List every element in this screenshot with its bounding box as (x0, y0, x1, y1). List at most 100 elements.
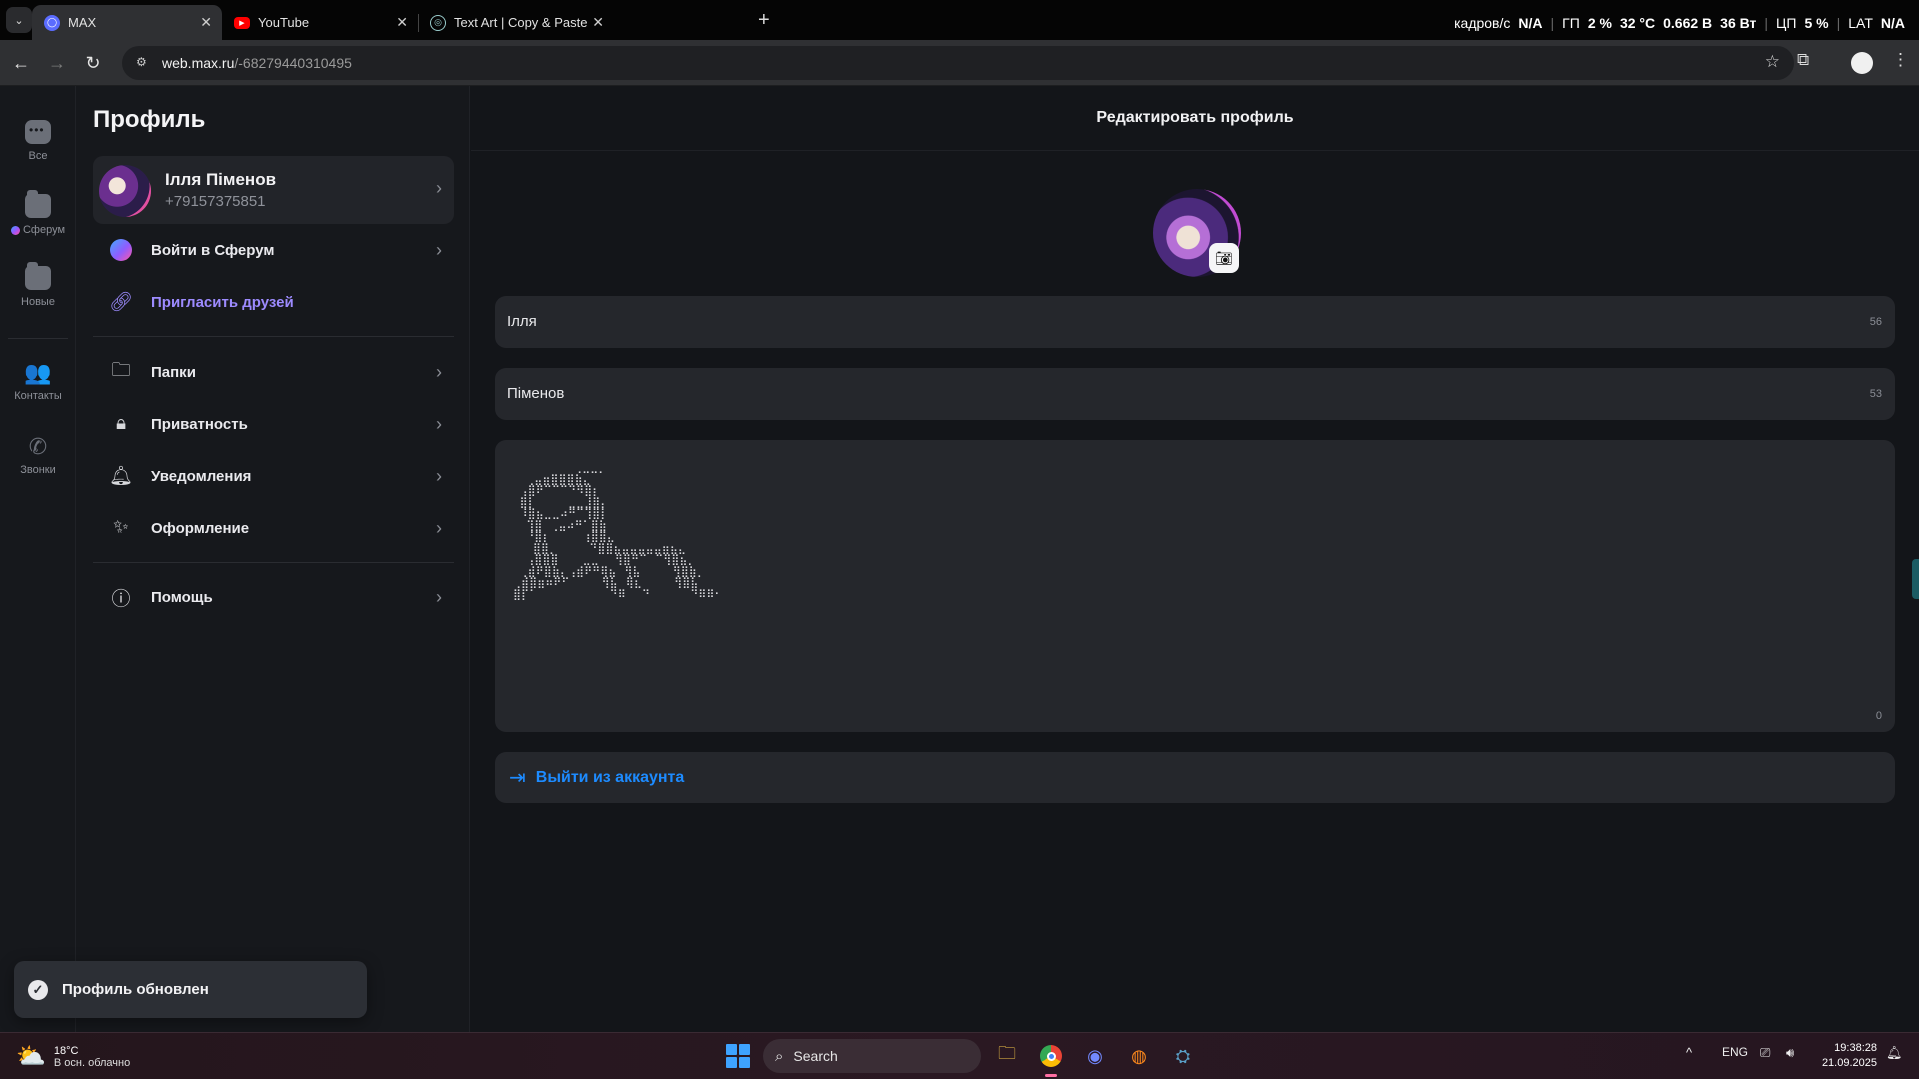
tab-youtube[interactable]: ▶ YouTube ✕ (222, 5, 418, 40)
gpu-load: 2 % (1587, 15, 1612, 31)
forward-button[interactable]: → (44, 50, 70, 76)
file-explorer-icon[interactable]: 🗀 (992, 1041, 1022, 1071)
folder-icon (25, 190, 51, 218)
divider (93, 336, 454, 337)
taskbar-search[interactable]: ⌕ Search (763, 1039, 981, 1073)
invite-friends-item[interactable]: 🔗︎ Пригласить друзей (93, 280, 454, 324)
sferum-logo-icon (110, 239, 132, 261)
rail-divider (8, 338, 68, 339)
menu-label: Войти в Сферум (151, 241, 275, 259)
chevron-right-icon: › (436, 586, 442, 607)
close-tab-icon[interactable]: ✕ (396, 14, 408, 31)
latency-value: N/A (1880, 15, 1905, 31)
rail-item-calls[interactable]: ✆ Звонки (0, 434, 76, 476)
divider: | (1836, 15, 1841, 31)
tab-title: YouTube (258, 15, 310, 30)
back-button[interactable]: ← (8, 50, 34, 76)
discord-icon[interactable]: ◉ (1080, 1041, 1110, 1071)
edit-profile-pane: Редактировать профиль 📷︎ Ілля 56 Піменов… (471, 86, 1919, 1032)
logout-button[interactable]: ⇥ Выйти из аккаунта (495, 752, 1895, 803)
link-icon: 🔗︎ (108, 292, 134, 313)
bio-field[interactable]: ⠀⢀⣀⣀⡀ ⢀⣤⣶⣿⣿⣿⣷⣄ ⢠⣿⠟⠉⠉⠉⠙⠻⣿⡆ ⣿⡇⠀⠀⠀⠀⣀⣀⣸⣿⡄ ⠸⣿… (495, 440, 1895, 732)
url-path: /-68279440310495 (234, 55, 352, 71)
chevron-up-icon[interactable]: ^ (1686, 1045, 1692, 1060)
search-icon: ⌕ (775, 1047, 784, 1065)
weather-widget[interactable]: ⛅ 18°C В осн. облачно (16, 1042, 130, 1071)
navigation-rail: Все Сферум Новые 👥 Контакты ✆ Звонки (0, 86, 76, 1032)
tab-max[interactable]: ◯ MAX ✕ (32, 5, 222, 40)
app-icon[interactable]: ⛭ (1168, 1041, 1198, 1071)
chevron-right-icon: › (436, 413, 442, 434)
close-tab-icon[interactable]: ✕ (592, 14, 604, 31)
start-button[interactable] (726, 1044, 750, 1068)
menu-item-help[interactable]: ⓘ Помощь › (93, 575, 454, 619)
toast-text: Профиль обновлен (62, 981, 209, 998)
menu-item-folders[interactable]: 🗀 Папки › (93, 350, 454, 394)
language-indicator[interactable]: ENG (1722, 1045, 1748, 1059)
browser-menu-icon[interactable]: ⋮ (1892, 50, 1909, 70)
first-name-field[interactable]: Ілля 56 (495, 296, 1895, 348)
extensions-icon[interactable]: ⧉ (1797, 50, 1809, 70)
bio-char-counter: 0 (1875, 710, 1882, 722)
menu-item-appearance[interactable]: ✨︎ Оформление › (93, 506, 454, 550)
side-panel-handle[interactable] (1912, 559, 1919, 599)
browser-toolbar: ← → ↻ ⚙ web.max.ru/-68279440310495 ☆ ⧉ ⋮ (0, 40, 1919, 86)
rail-label: Все (28, 150, 48, 162)
volume-icon[interactable]: 🔊︎ (1786, 1045, 1794, 1061)
menu-label: Уведомления (151, 467, 252, 485)
pane-title: Редактировать профиль (471, 86, 1919, 151)
menu-label: Папки (151, 363, 196, 381)
last-name-field[interactable]: Піменов 53 (495, 368, 1895, 420)
profile-avatar-icon[interactable] (1851, 52, 1873, 74)
reload-button[interactable]: ↻ (80, 50, 106, 76)
toast-notification: ✓ Профиль обновлен (14, 961, 367, 1018)
app-icon[interactable]: ◍ (1124, 1041, 1154, 1071)
menu-label: Приватность (151, 415, 248, 433)
bio-text-art: ⠀⢀⣀⣀⡀ ⢀⣤⣶⣿⣿⣿⣷⣄ ⢠⣿⠟⠉⠉⠉⠙⠻⣿⡆ ⣿⡇⠀⠀⠀⠀⣀⣀⣸⣿⡄ ⠸⣿… (513, 461, 723, 601)
rail-item-new[interactable]: Новые (0, 262, 76, 308)
magic-wand-icon: ✨︎ (113, 517, 129, 538)
rail-item-all[interactable]: Все (0, 120, 76, 162)
gpu-label: ГП (1562, 15, 1580, 31)
help-icon: ⓘ (111, 588, 131, 610)
new-tab-button[interactable]: + (758, 9, 770, 32)
phone-icon: ✆ (28, 434, 48, 459)
rail-label: Контакты (14, 390, 62, 402)
tab-search-button[interactable]: ⌄ (6, 7, 32, 33)
address-bar[interactable]: ⚙ web.max.ru/-68279440310495 ☆ (122, 46, 1794, 80)
menu-label: Оформление (151, 519, 250, 537)
divider (93, 562, 454, 563)
fps-label: кадров/с (1454, 15, 1511, 31)
profile-card[interactable]: Ілля Піменов +79157375851 › (93, 156, 454, 224)
fps-value: N/A (1518, 15, 1543, 31)
logout-label: Выйти из аккаунта (535, 768, 685, 786)
chevron-right-icon: › (436, 239, 442, 260)
menu-item-notifications[interactable]: 🔔︎ Уведомления › (93, 454, 454, 498)
clock[interactable]: 19:38:28 21.09.2025 (1822, 1041, 1877, 1071)
menu-item-privacy[interactable]: 🔒︎ Приватность › (93, 402, 454, 446)
gpu-temp: 32 °C (1619, 15, 1656, 31)
youtube-favicon-icon: ▶ (234, 16, 250, 29)
last-name-char-counter: 53 (1869, 388, 1882, 400)
chrome-icon[interactable] (1036, 1041, 1066, 1077)
bookmark-star-icon[interactable]: ☆ (1765, 52, 1780, 72)
sferum-login-item[interactable]: Войти в Сферум › (93, 228, 454, 272)
close-tab-icon[interactable]: ✕ (200, 14, 212, 31)
network-icon[interactable]: ⎚ (1760, 1045, 1770, 1061)
folder-icon: 🗀 (111, 360, 131, 381)
profile-phone: +79157375851 (165, 193, 266, 210)
site-settings-icon[interactable]: ⚙ (136, 55, 152, 71)
chrome-center (1046, 1051, 1056, 1061)
tab-text-art[interactable]: ◎ Text Art | Copy & Paste ✕ (418, 5, 614, 40)
chevron-right-icon: › (436, 517, 442, 538)
profile-sidebar: Профиль Ілля Піменов +79157375851 › Войт… (76, 86, 470, 1032)
notifications-icon[interactable]: 🔔︎ (1886, 1045, 1903, 1061)
first-name-char-counter: 56 (1869, 316, 1882, 328)
camera-icon[interactable]: 📷︎ (1209, 243, 1239, 273)
page-title: Профиль (93, 106, 206, 133)
rail-item-contacts[interactable]: 👥 Контакты (0, 360, 76, 402)
last-name-value: Піменов (507, 385, 565, 402)
avatar (99, 165, 151, 217)
rail-item-sferum[interactable]: Сферум (0, 190, 76, 236)
menu-label: Пригласить друзей (151, 293, 294, 311)
